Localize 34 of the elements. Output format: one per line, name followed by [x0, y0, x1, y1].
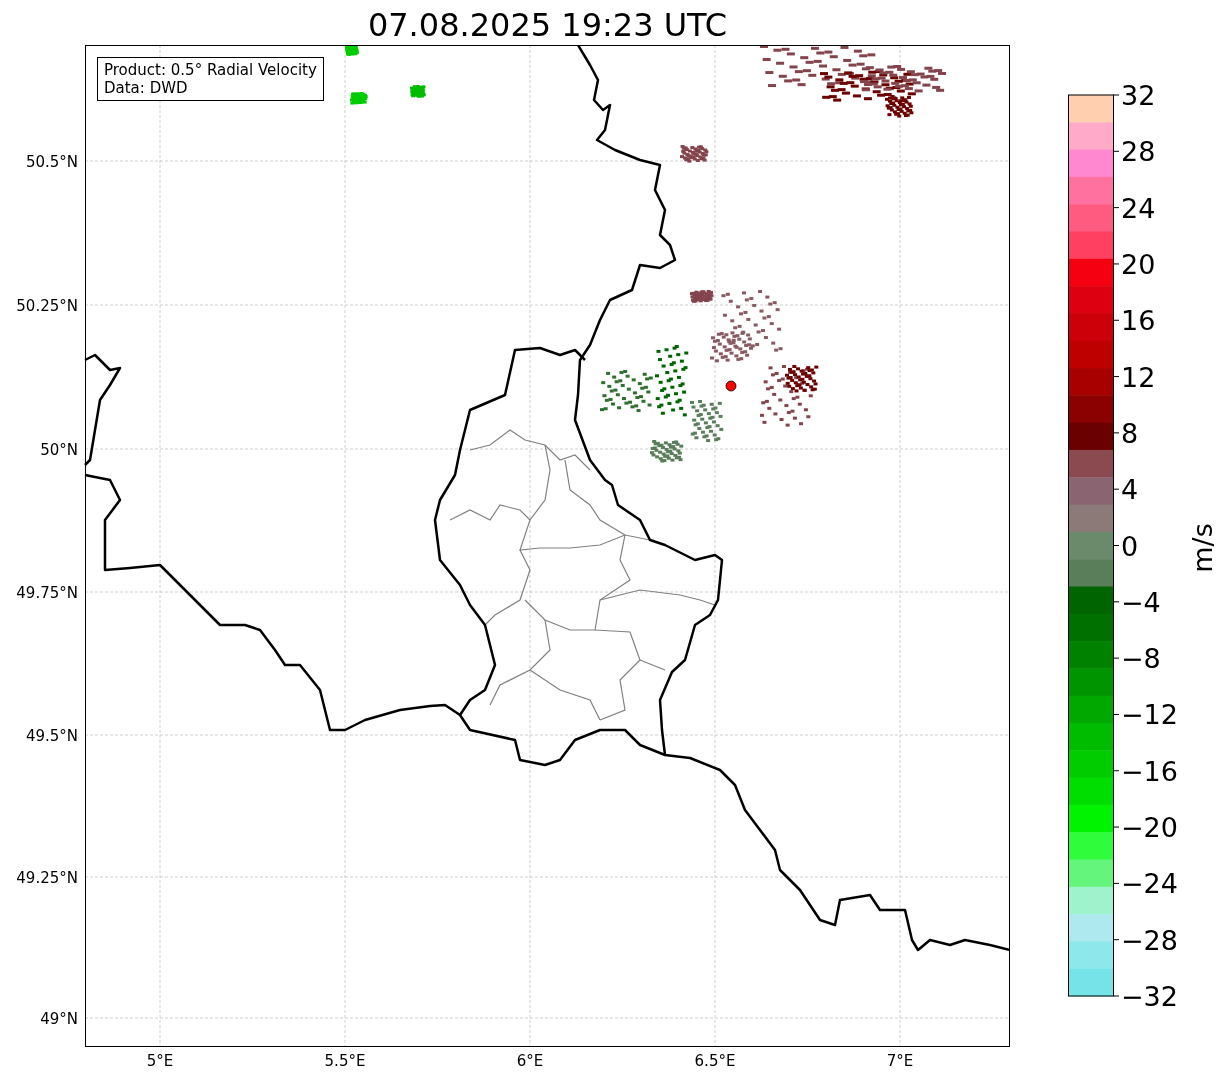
latitude-label: 50°N	[40, 441, 78, 459]
colorbar-tick-label: 28	[1121, 136, 1156, 168]
colorbar-tick-label: −4	[1121, 586, 1161, 618]
longitude-label: 5.5°E	[324, 1052, 366, 1070]
longitude-label: 6°E	[516, 1052, 544, 1070]
longitude-label: 5°E	[146, 1052, 174, 1070]
latitude-label: 49°N	[40, 1010, 78, 1028]
latitude-label: 50.25°N	[16, 297, 78, 315]
colorbar-tick-label: −24	[1121, 868, 1178, 900]
legend-text: Product: 0.5° Radial Velocity	[104, 61, 317, 79]
colorbar-tick-label: 32	[1121, 80, 1156, 111]
colorbar-tick-label: 4	[1121, 474, 1139, 506]
colorbar-tick-label: −12	[1121, 699, 1178, 731]
colorbar-tick-label: −8	[1121, 643, 1161, 675]
chart-title: 07.08.2025 19:23 UTC	[367, 5, 728, 45]
colorbar-label: m/s	[1187, 523, 1218, 573]
colorbar-tick-label: −20	[1121, 812, 1178, 844]
colorbar-tick-label: 20	[1121, 248, 1156, 280]
longitude-label: 6.5°E	[694, 1052, 736, 1070]
colorbar-tick-label: 8	[1121, 417, 1139, 449]
radar-site-marker	[725, 380, 737, 392]
colorbar-tick-label: 24	[1121, 192, 1156, 224]
latitude-label: 49.75°N	[16, 584, 78, 602]
colorbar-tick-label: −32	[1121, 981, 1178, 1012]
colorbar-tick-label: 0	[1121, 530, 1139, 562]
latitude-label: 49.5°N	[25, 727, 78, 745]
colorbar-tick-label: 16	[1121, 305, 1156, 337]
colorbar-tick-label: −16	[1121, 755, 1178, 787]
latitude-label: 50.5°N	[25, 153, 78, 171]
colorbar-tick-label: −28	[1121, 924, 1178, 956]
latitude-label: 49.25°N	[16, 869, 78, 887]
longitude-label: 7°E	[886, 1052, 914, 1070]
colorbar-tick-label: 12	[1121, 361, 1156, 393]
legend-text: Data: DWD	[104, 79, 189, 97]
